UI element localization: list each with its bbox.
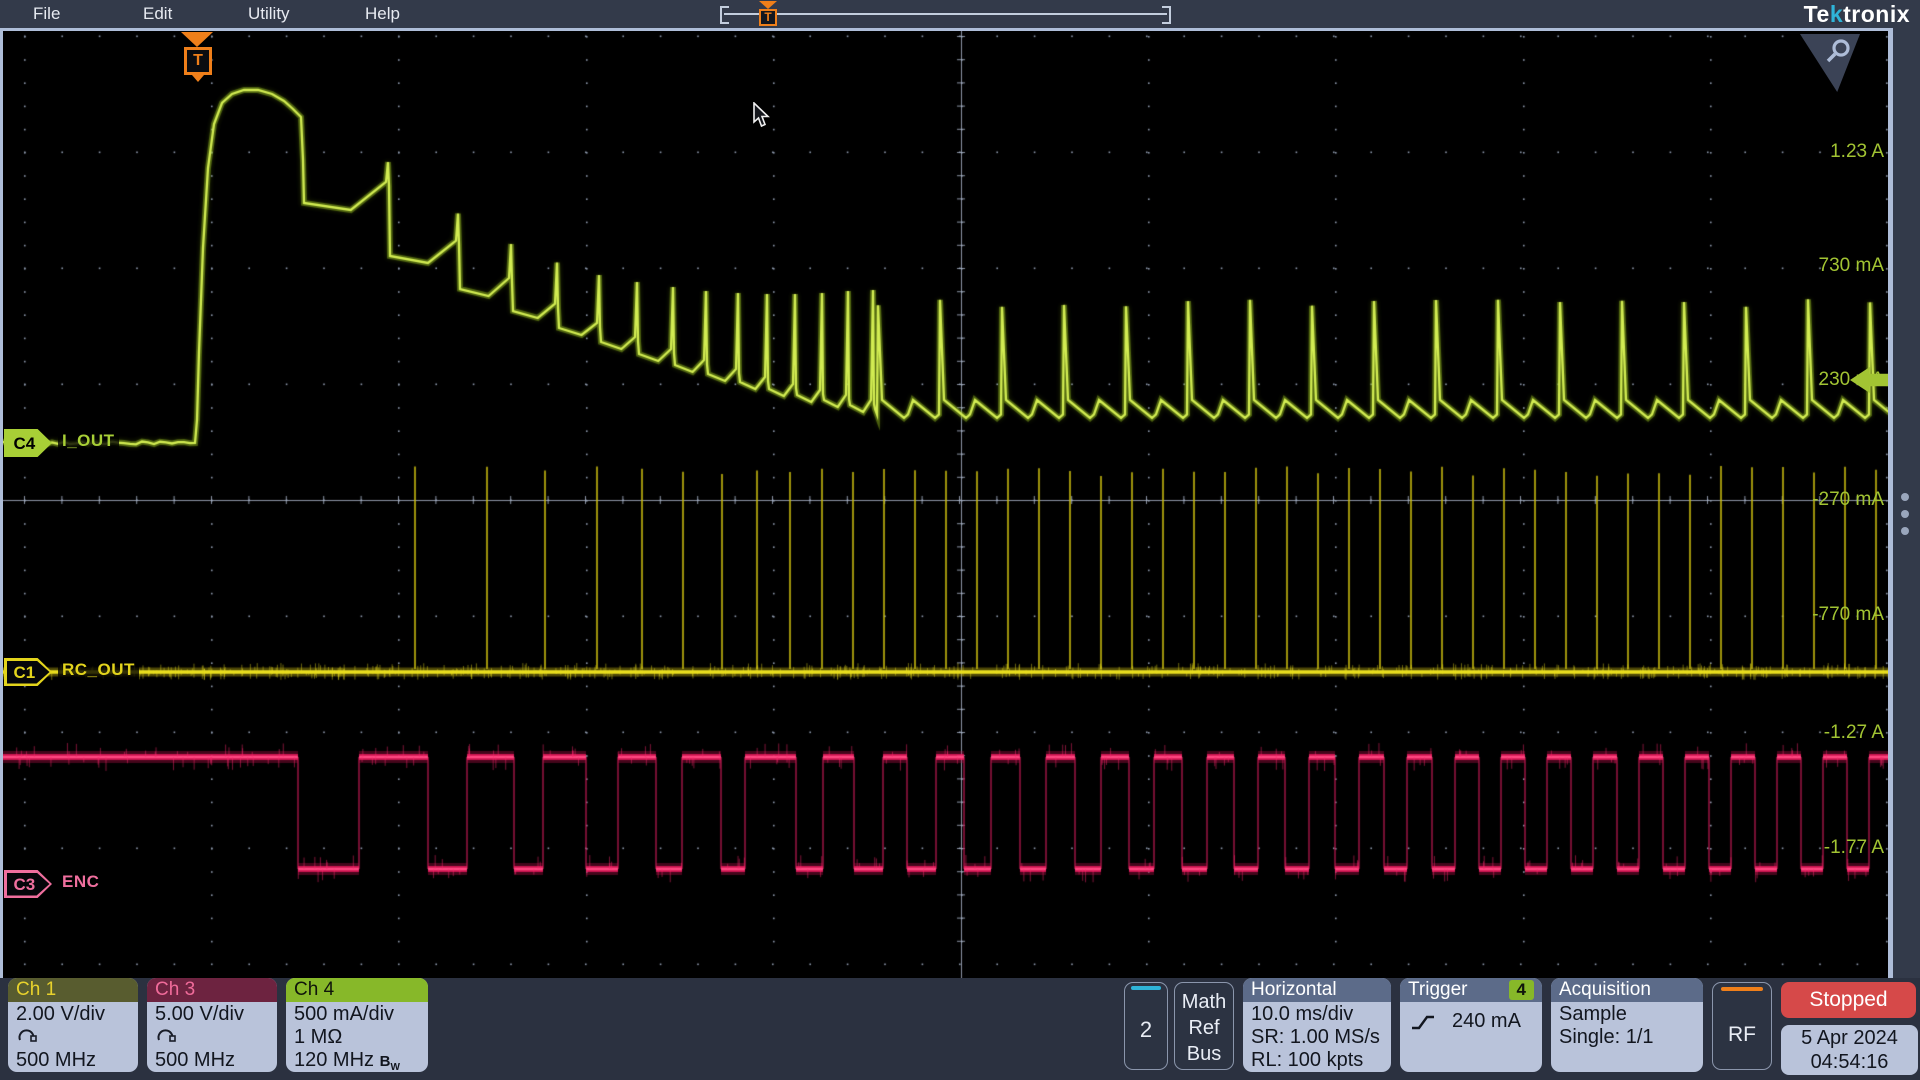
bus-label: Bus [1175,1041,1233,1067]
record-view-line [724,13,1167,15]
trigger-level: 240 mA [1452,1010,1521,1033]
channel-badge-ch1[interactable]: Ch 1 2.00 V/div 500 MHz [8,978,138,1072]
mouse-cursor [753,102,771,128]
horizontal-scale: 10.0 ms/div [1251,1003,1383,1026]
waveform-view-count: 2 [1125,983,1167,1043]
ch1-title: Ch 1 [8,978,138,1002]
run-state-badge[interactable]: Stopped [1781,982,1916,1018]
scale-label: -1.27 A [1824,722,1884,744]
graticule-left-border [0,28,3,978]
trigger-flag-t-icon: T [759,9,777,26]
trigger-flag-arrow-icon [759,1,777,9]
channel-tag-c3[interactable]: C3 [4,870,52,898]
probe-icon [16,1026,40,1044]
graticule-top-border [0,28,1893,31]
ch3-title: Ch 3 [147,978,277,1002]
scale-label: -1.77 A [1824,837,1884,859]
bandwidth-limit-indicator: BW [380,1053,400,1070]
ch4-impedance: 1 MΩ [294,1026,420,1049]
tektronix-logo: Tektronix [1804,0,1910,28]
trace-name-rc_out[interactable]: RC_OUT [58,660,139,680]
menu-item-help[interactable]: Help [365,0,400,28]
rf-label: RF [1713,983,1771,1047]
scale-label: 730 mA [1819,255,1884,277]
ref-label: Ref [1175,1015,1233,1041]
trigger-marker-arrow-icon [181,32,213,47]
oscilloscope-screen: FileEditUtilityHelp T Tektronix T 1.23 [0,0,1920,1080]
rising-edge-icon [1410,1013,1436,1031]
scale-label: 1.23 A [1830,141,1884,163]
acquisition-title: Acquisition [1551,978,1703,1002]
record-length: RL: 100 kpts [1251,1049,1383,1072]
acquisition-status: Single: 1/1 [1559,1026,1695,1049]
ch4-bandwidth: 120 MHz [294,1049,374,1071]
ch1-scale: 2.00 V/div [16,1003,130,1026]
acquisition-badge[interactable]: Acquisition Sample Single: 1/1 [1551,978,1703,1072]
menu-item-edit[interactable]: Edit [143,0,172,28]
waveform-view-badge[interactable]: 2 [1124,982,1168,1070]
math-label: Math [1175,989,1233,1015]
record-right-bracket [1162,6,1171,24]
trigger-title: 4 Trigger [1400,978,1542,1002]
record-left-bracket [720,6,729,24]
ch4-scale: 500 mA/div [294,1003,420,1026]
menu-item-utility[interactable]: Utility [248,0,290,28]
time-label: 04:54:16 [1781,1050,1918,1074]
scale-label: -270 mA [1812,489,1884,511]
date-label: 5 Apr 2024 [1781,1026,1918,1050]
acquisition-mode: Sample [1559,1003,1695,1026]
status-bar: Ch 1 2.00 V/div 500 MHz Ch 3 5.00 V/div … [0,978,1920,1080]
menu-item-file[interactable]: File [33,0,60,28]
horizontal-position-indicator[interactable]: T [720,0,1171,28]
math-ref-bus-button[interactable]: Math Ref Bus [1174,982,1234,1070]
sample-rate: SR: 1.00 MS/s [1251,1026,1383,1049]
channel-badge-ch3[interactable]: Ch 3 5.00 V/div 500 MHz [147,978,277,1072]
scale-label: 230 mA [1819,369,1884,391]
horizontal-title: Horizontal [1243,978,1391,1002]
channel-tag-c4[interactable]: C4 [4,429,52,457]
datetime-badge[interactable]: 5 Apr 2024 04:54:16 [1781,1025,1918,1075]
menu-bar: File Edit Utility Help T Tektronix [0,0,1920,28]
trace-name-i_out[interactable]: I_OUT [58,431,119,451]
trigger-position-flag[interactable]: T [757,1,779,26]
waveform-canvas[interactable] [0,28,1894,978]
ch4-title: Ch 4 [286,978,428,1002]
scale-label: -770 mA [1812,604,1884,626]
waveform-display[interactable]: T 1.23 A 730 mA 230 mA -270 mA -770 mA -1.27 … [0,28,1894,978]
trigger-source-badge: 4 [1509,980,1534,1000]
ch3-scale: 5.00 V/div [155,1003,269,1026]
trigger-marker-notch-icon [192,75,204,82]
trigger-badge[interactable]: 4 Trigger 240 mA [1400,978,1542,1072]
probe-icon [155,1026,179,1044]
trace-name-enc[interactable]: ENC [58,872,103,892]
rf-badge[interactable]: RF [1712,982,1772,1070]
rf-indicator [1721,987,1763,991]
trigger-position-marker[interactable]: T [181,32,215,82]
waveform-view-indicator [1131,986,1161,990]
horizontal-badge[interactable]: Horizontal 10.0 ms/div SR: 1.00 MS/s RL:… [1243,978,1391,1072]
results-panel-handle[interactable] [1901,493,1909,544]
channel-tag-c1[interactable]: C1 [4,658,52,686]
ch1-bandwidth: 500 MHz [16,1049,130,1072]
trigger-marker-t-icon: T [184,47,212,75]
ch3-bandwidth: 500 MHz [155,1049,269,1072]
channel-badge-ch4[interactable]: Ch 4 500 mA/div 1 MΩ 120 MHz BW [286,978,428,1072]
